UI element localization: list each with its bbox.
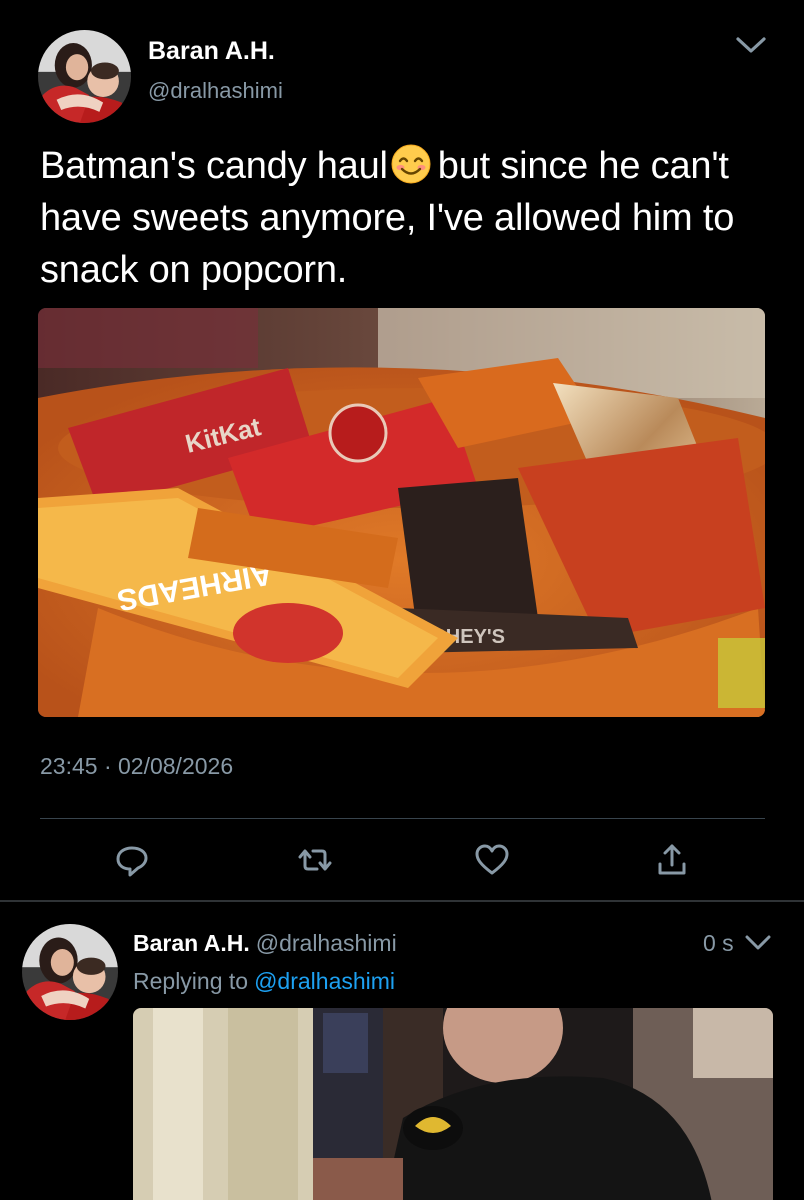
author-handle[interactable]: @dralhashimi [148, 78, 283, 104]
tweet-text-part-1: Batman's candy haul [40, 145, 388, 187]
author-avatar[interactable] [38, 30, 131, 123]
author-name[interactable]: Baran A.H. [148, 37, 275, 66]
replying-target-link[interactable]: @dralhashimi [254, 968, 395, 994]
reply-time[interactable]: 0 s [703, 930, 734, 957]
share-icon[interactable] [652, 840, 692, 880]
reply-icon[interactable] [112, 840, 152, 880]
tweet-text: Batman's candy haul but since he can't h… [40, 140, 780, 296]
replying-label: Replying to [133, 968, 249, 994]
chevron-down-icon[interactable] [735, 32, 767, 58]
reply-author-line: Baran A.H. @dralhashimi [133, 930, 397, 957]
divider [40, 818, 765, 819]
chevron-down-icon[interactable] [744, 933, 772, 953]
tweet-timestamp[interactable]: 23:45 · 02/08/2026 [40, 753, 233, 780]
reply-author-avatar[interactable] [22, 924, 118, 1020]
reply-author-handle[interactable]: @dralhashimi [256, 930, 397, 956]
replying-to-line: Replying to @dralhashimi [133, 968, 395, 995]
reply-author-name[interactable]: Baran A.H. [133, 930, 250, 956]
section-divider [0, 900, 804, 902]
candy-bowl-photo[interactable]: KitKat RSHEY'S AIRHEADS [38, 308, 765, 717]
smiling-face-emoji-icon [390, 143, 432, 185]
batman-child-photo[interactable] [133, 1008, 773, 1200]
heart-icon[interactable] [472, 840, 512, 880]
retweet-icon[interactable] [295, 840, 335, 880]
